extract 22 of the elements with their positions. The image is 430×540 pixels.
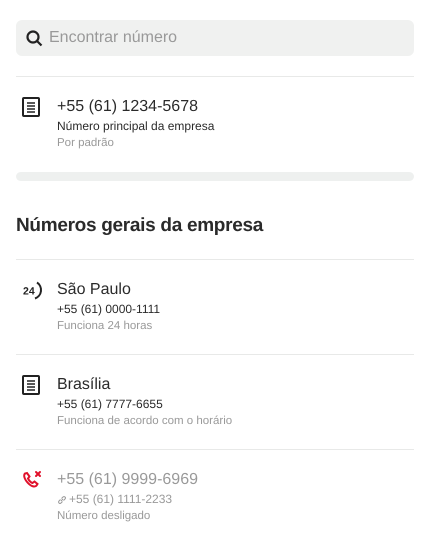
link-icon — [57, 494, 67, 504]
document-icon — [22, 97, 40, 117]
phone-title: +55 (61) 1234-5678 — [57, 97, 199, 117]
phone-detail: Número principal da empresa — [57, 118, 214, 135]
phone-detail: +55 (61) 0000-1111 — [57, 301, 160, 318]
search-icon — [26, 30, 43, 47]
search-field[interactable]: Encontrar número — [16, 20, 414, 56]
phone-title: Brasília — [57, 375, 112, 395]
status-note: Funciona de acordo com o horário — [57, 414, 232, 429]
section-heading: Números gerais da empresa — [16, 215, 264, 237]
document-icon — [22, 375, 40, 395]
phone-row[interactable]: +55 (61) 1234-5678 Número principal da empresa Por padrão — [16, 76, 414, 171]
phone-title: São Paulo — [57, 280, 132, 300]
status-note: Número desligado — [57, 509, 152, 524]
status-note: Por padrão — [57, 136, 115, 151]
phone-row[interactable]: 24 São Paulo +55 (61) 0000-1111 Funciona 24 horas — [16, 259, 414, 354]
phone-detail: +55 (61) 7777-6655 — [57, 396, 163, 413]
phone-title: +55 (61) 9999-6969 — [57, 470, 198, 490]
status-note: Funciona 24 horas — [57, 319, 154, 334]
phone-off-icon — [22, 470, 42, 490]
phone-detail: +55 (61) 1111-2233 — [69, 491, 172, 508]
phone-row[interactable]: Brasília +55 (61) 7777-6655 Funciona de acordo com o horário — [16, 354, 414, 449]
